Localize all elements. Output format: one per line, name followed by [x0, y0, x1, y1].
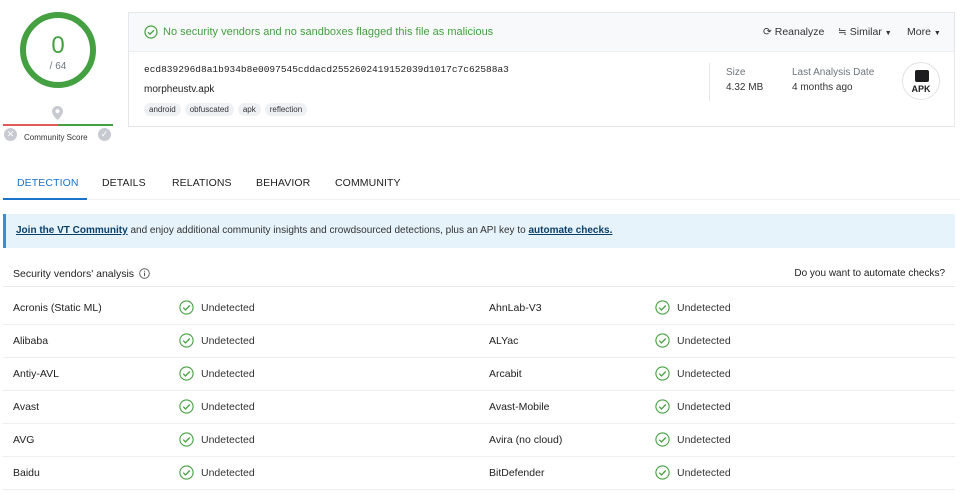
detection-result: Undetected	[201, 335, 255, 347]
table-row: Acronis (Static ML) Undetected AhnLab-V3 Un…	[3, 292, 955, 325]
check-circle-icon	[179, 333, 194, 348]
file-summary-card: No security vendors and no sandboxes fla…	[128, 12, 955, 127]
check-circle-icon	[655, 300, 670, 315]
detection-result: Undetected	[677, 401, 731, 413]
check-circle-icon	[655, 399, 670, 414]
community-score-label: Community Score	[24, 133, 88, 142]
tab-detection[interactable]: DETECTION	[17, 177, 79, 189]
vendors-table: Acronis (Static ML) Undetected AhnLab-V3 Un…	[3, 292, 955, 490]
vendor-name: Baidu	[13, 467, 40, 479]
android-bag-icon	[915, 70, 929, 82]
check-circle-icon	[655, 366, 670, 381]
vendor-name: Acronis (Static ML)	[13, 302, 102, 314]
tab-behavior[interactable]: BEHAVIOR	[256, 177, 310, 189]
detection-count: 0	[51, 32, 65, 59]
info-icon[interactable]	[139, 268, 150, 279]
check-circle-icon	[655, 465, 670, 480]
last-analysis-label: Last Analysis Date	[792, 67, 875, 78]
check-circle-icon	[179, 465, 194, 480]
automate-checks-prompt[interactable]: Do you want to automate checks?	[794, 268, 945, 279]
divider	[709, 63, 710, 101]
vendor-name: Arcabit	[489, 368, 522, 380]
check-circle-icon	[655, 432, 670, 447]
tag[interactable]: reflection	[264, 103, 308, 116]
chevron-down-icon: ▼	[933, 30, 941, 37]
detection-result: Undetected	[201, 368, 255, 380]
apk-file-icon: APK	[902, 62, 940, 100]
detection-result: Undetected	[677, 368, 731, 380]
vendor-name: AVG	[13, 434, 35, 446]
check-circle-icon	[179, 366, 194, 381]
score-panel: 0 / 64 ✕ Community Score ✓	[0, 0, 118, 150]
vendor-name: Avast	[13, 401, 40, 413]
reanalyze-button[interactable]: ⟳ Reanalyze	[763, 26, 824, 38]
tab-community[interactable]: COMMUNITY	[335, 177, 401, 189]
check-circle-icon	[179, 399, 194, 414]
similar-icon: ≒	[838, 26, 847, 38]
automate-checks-link[interactable]: automate checks.	[528, 225, 612, 236]
check-circle-icon	[179, 432, 194, 447]
size-value: 4.32 MB	[726, 82, 764, 93]
table-row: Avast Undetected Avast-Mobile Undetected	[3, 391, 955, 424]
tag[interactable]: obfuscated	[184, 103, 234, 116]
check-circle-icon	[179, 300, 194, 315]
chevron-down-icon: ▼	[884, 30, 892, 37]
detection-result: Undetected	[201, 401, 255, 413]
file-name: morpheustv.apk	[144, 84, 215, 95]
tag[interactable]: apk	[237, 103, 261, 116]
vendor-name: Avira (no cloud)	[489, 434, 563, 446]
status-text: No security vendors and no sandboxes fla…	[163, 26, 494, 38]
info-text: Join the VT Community and enjoy addition…	[16, 225, 613, 236]
tab-relations[interactable]: RELATIONS	[172, 177, 232, 189]
x-circle-icon[interactable]: ✕	[4, 128, 17, 141]
detection-result: Undetected	[201, 434, 255, 446]
file-type-badge: APK	[911, 84, 931, 94]
detection-result: Undetected	[677, 335, 731, 347]
table-row: Antiy-AVL Undetected Arcabit Undetected	[3, 358, 955, 391]
check-circle-icon	[144, 25, 158, 39]
last-analysis-value: 4 months ago	[792, 82, 853, 93]
size-label: Size	[726, 67, 746, 78]
check-circle-icon	[655, 333, 670, 348]
engine-total: / 64	[49, 61, 67, 72]
reanalyze-icon: ⟳	[763, 26, 772, 38]
tab-bar: DETECTION DETAILS RELATIONS BEHAVIOR COM…	[0, 168, 960, 200]
tag[interactable]: android	[144, 103, 181, 116]
similar-button[interactable]: ≒ Similar ▼	[838, 26, 892, 38]
detection-result: Undetected	[677, 434, 731, 446]
detection-result: Undetected	[201, 302, 255, 314]
join-community-link[interactable]: Join the VT Community	[16, 225, 128, 236]
vendor-name: Alibaba	[13, 335, 49, 347]
vendor-name: AhnLab-V3	[489, 302, 542, 314]
vendors-title: Security vendors' analysis	[13, 268, 135, 280]
vendor-name: BitDefender	[489, 467, 545, 479]
detection-result: Undetected	[201, 467, 255, 479]
active-tab-indicator	[3, 198, 87, 200]
vendor-name: ALYac	[489, 335, 519, 347]
vendor-name: Avast-Mobile	[489, 401, 550, 413]
tag-list: android obfuscated apk reflection	[144, 103, 308, 116]
more-button[interactable]: More ▼	[907, 26, 941, 38]
file-hash: ecd839296d8a1b934b8e0097545cddacd2552602…	[144, 64, 509, 75]
community-info-banner: Join the VT Community and enjoy addition…	[3, 214, 955, 248]
table-row: Alibaba Undetected ALYac Undetected	[3, 325, 955, 358]
check-circle-icon[interactable]: ✓	[98, 128, 111, 141]
status-banner: No security vendors and no sandboxes fla…	[129, 13, 954, 52]
tab-details[interactable]: DETAILS	[102, 177, 146, 189]
vendor-name: Antiy-AVL	[13, 368, 59, 380]
detection-score-ring: 0 / 64	[20, 12, 96, 88]
detection-result: Undetected	[677, 302, 731, 314]
community-score-bar	[3, 124, 113, 126]
location-pin-icon	[52, 106, 63, 120]
table-row: Baidu Undetected BitDefender Undetected	[3, 457, 955, 490]
detection-result: Undetected	[677, 467, 731, 479]
vendors-header: Security vendors' analysis Do you want t…	[3, 261, 955, 287]
table-row: AVG Undetected Avira (no cloud) Undetected	[3, 424, 955, 457]
